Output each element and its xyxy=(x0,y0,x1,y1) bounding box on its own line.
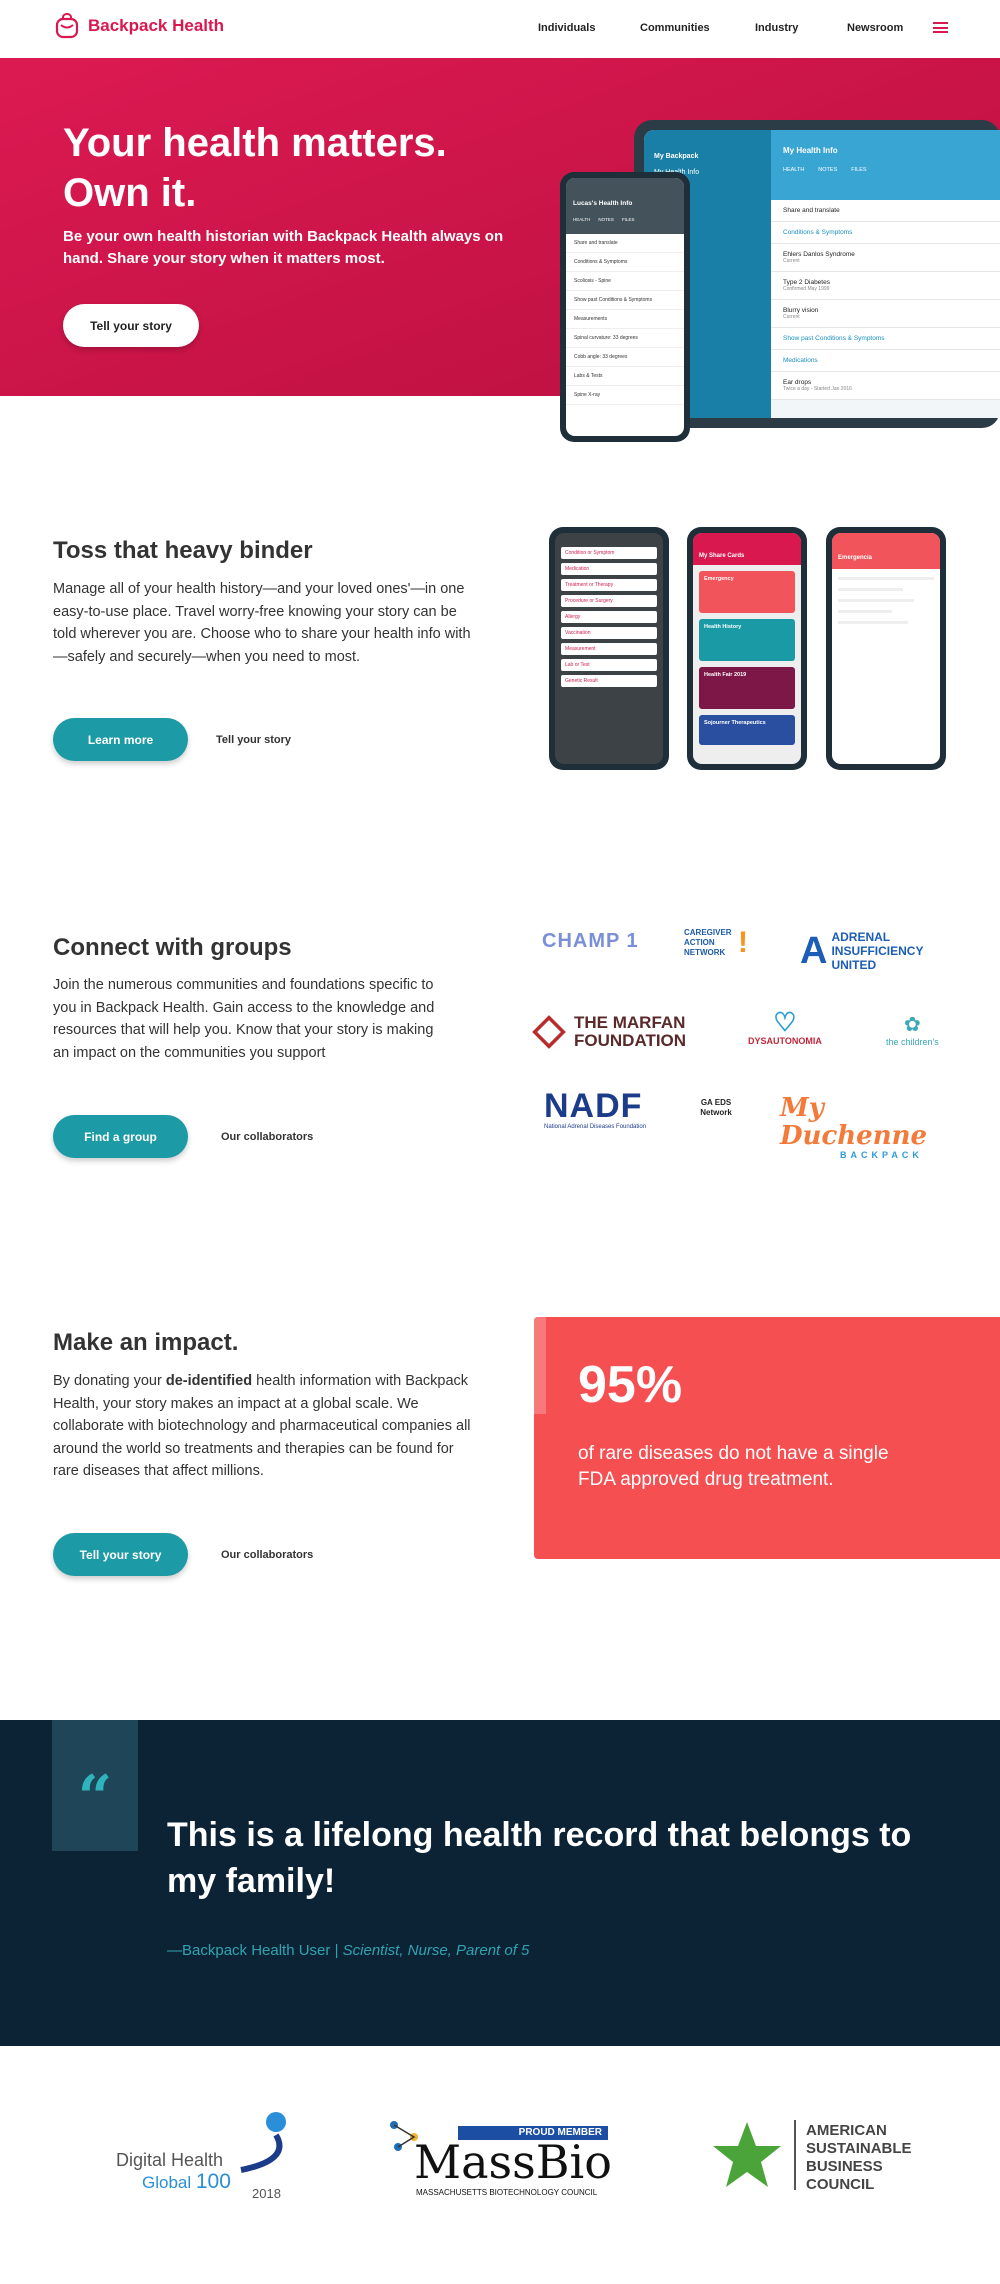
dhg-line2: Global 100 xyxy=(142,2170,231,2193)
dysautonomia-logo[interactable]: ♡ DYSAUTONOMIA xyxy=(748,1008,822,1046)
phone-row: Measurements xyxy=(566,310,684,329)
stat-text: of rare diseases do not have a single FD… xyxy=(578,1443,889,1490)
emergency-card-phone: Emergencia xyxy=(826,527,946,770)
share-card: Health Fair 2019 xyxy=(699,667,795,709)
share-card: Emergency xyxy=(699,571,795,613)
caregiver-action-logo[interactable]: CAREGIVER ACTION NETWORK! xyxy=(684,928,754,958)
find-group-button[interactable]: Find a group xyxy=(53,1115,188,1158)
learn-more-button[interactable]: Learn more xyxy=(53,718,188,761)
nav-link-communities[interactable]: Communities xyxy=(640,22,755,34)
list-item: Condition or Symptom xyxy=(561,547,657,559)
phone-row: Spine X-ray xyxy=(566,386,684,405)
hero-title: Your health matters. Own it. xyxy=(63,121,447,215)
brand-logo[interactable]: Backpack Health xyxy=(54,13,224,39)
tablet-tab: HEALTH xyxy=(783,167,805,173)
share-card: Sojourner Therapeutics xyxy=(699,715,795,745)
tablet-row: Ehlers Danlos Syndrome Current xyxy=(771,244,1000,272)
impact-body: By donating your de-identified health in… xyxy=(53,1373,471,1479)
testimonial-attribution: —Backpack Health User | Scientist, Nurse… xyxy=(167,1942,530,1959)
impact-collaborators-link[interactable]: Our collaborators xyxy=(221,1549,313,1561)
massbio-name: MassBio xyxy=(414,2135,612,2189)
tablet-title: My Health Info xyxy=(783,146,838,155)
quote-box: “ xyxy=(52,1720,138,1851)
hero-tell-story-button[interactable]: Tell your story xyxy=(63,304,199,347)
stat-value: 95% xyxy=(578,1356,683,1414)
tablet-row: Show past Conditions & Symptoms xyxy=(771,328,1000,350)
globe-swoosh-icon xyxy=(240,2112,286,2173)
nav-link-individuals[interactable]: Individuals xyxy=(538,22,640,34)
asbc-logo: American Sustainable Business Council xyxy=(712,2100,922,2200)
tablet-row: Medications xyxy=(771,350,1000,372)
aiu-logo[interactable]: A ADRENAL INSUFFICIENCY UNITED xyxy=(800,930,951,972)
hero-subtitle: Be your own health historian with Backpa… xyxy=(63,228,504,267)
digital-health-global-logo: Digital Health Global 100 2018 xyxy=(116,2100,296,2201)
stat-card-tab xyxy=(534,1317,546,1414)
phone-header: Lucas's Health Info HEALTH NOTES FILES xyxy=(566,178,684,234)
childrens-foundation-logo[interactable]: ✿ the children's xyxy=(886,1012,939,1047)
dhg-year: 2018 xyxy=(252,2186,281,2201)
top-navigation: Backpack Health Individuals Communities … xyxy=(0,0,1000,58)
list-item: Vaccination xyxy=(561,627,657,639)
binder-tell-story-link[interactable]: Tell your story xyxy=(216,734,291,746)
share-cards-title: My Share Cards xyxy=(693,533,801,565)
tablet-row: Ear drops Twice a day - Started Jan 2016 xyxy=(771,372,1000,400)
partner-logos: CHAMP 1 CAREGIVER ACTION NETWORK! A ADREN… xyxy=(528,918,968,1160)
list-item: Genetic Result xyxy=(561,675,657,687)
phone-row: Share and translate xyxy=(566,234,684,253)
nav-link-industry[interactable]: Industry xyxy=(755,22,847,34)
quote-icon: “ xyxy=(77,1763,113,1833)
list-item: Lab or Test xyxy=(561,659,657,671)
tablet-tab: NOTES xyxy=(818,167,838,173)
tablet-row: Blurry vision Current xyxy=(771,300,1000,328)
ga-eds-logo[interactable]: GA EDS Network xyxy=(694,1098,738,1118)
phone-row: Conditions & Symptoms xyxy=(566,253,684,272)
nav-link-newsroom[interactable]: Newsroom xyxy=(847,22,903,34)
phone-row: Show past Conditions & Symptoms xyxy=(566,291,684,310)
nadf-logo[interactable]: NADF National Adrenal Diseases Foundation xyxy=(544,1088,646,1130)
list-item: Treatment or Therapy xyxy=(561,579,657,591)
brand-name: Backpack Health xyxy=(88,16,225,35)
share-cards-phone: My Share Cards Emergency Health History … xyxy=(687,527,807,770)
add-record-phone: Condition or Symptom Medication Treatmen… xyxy=(549,527,669,770)
list-item: Measurement xyxy=(561,643,657,655)
binder-body: Manage all of your health history—and yo… xyxy=(53,581,471,665)
phone-row: Labs & Tests xyxy=(566,367,684,386)
tablet-row: Conditions & Symptoms xyxy=(771,222,1000,244)
tablet-row: Share and translate xyxy=(771,200,1000,222)
tablet-sidebar-item: My Backpack xyxy=(654,153,699,160)
impact-title: Make an impact. xyxy=(53,1329,239,1356)
list-item: Medication xyxy=(561,563,657,575)
tablet-row: Type 2 Diabetes Confirmed May 1999 xyxy=(771,272,1000,300)
star-icon xyxy=(713,2122,781,2187)
massbio-sub: Massachusetts Biotechnology Council xyxy=(416,2188,598,2197)
binder-title: Toss that heavy binder xyxy=(53,537,313,564)
testimonial-text: This is a lifelong health record that be… xyxy=(167,1816,912,1900)
collaborators-link[interactable]: Our collaborators xyxy=(221,1131,313,1143)
phone-row: Scoliosis - Spine xyxy=(566,272,684,291)
phone-row: Spinal curvature: 33 degrees xyxy=(566,329,684,348)
asbc-text: American Sustainable Business Council xyxy=(806,2122,912,2193)
dhg-line1: Digital Health xyxy=(116,2150,224,2170)
massbio-logo: PROUD MEMBER MassBio Massachusetts Biote… xyxy=(384,2100,624,2200)
backpack-icon xyxy=(55,13,79,39)
testimonial-section: “ This is a lifelong health record that … xyxy=(0,1720,1000,2046)
phone-mockup: Lucas's Health Info HEALTH NOTES FILES Sha… xyxy=(560,172,690,442)
impact-tell-story-button[interactable]: Tell your story xyxy=(53,1533,188,1576)
tablet-header: My Health Info HEALTH NOTES FILES xyxy=(771,130,1000,200)
my-duchenne-logo[interactable]: My Duchenne BACKPACK xyxy=(780,1094,968,1160)
phone-row: Cobb angle: 33 degrees xyxy=(566,348,684,367)
groups-title: Connect with groups xyxy=(53,934,292,961)
groups-body: Join the numerous communities and founda… xyxy=(53,977,435,1061)
champ1-logo[interactable]: CHAMP 1 xyxy=(542,930,639,953)
stat-card: 95% of rare diseases do not have a singl… xyxy=(534,1317,1000,1559)
share-card: Health History xyxy=(699,619,795,661)
menu-icon[interactable] xyxy=(933,22,948,33)
emergency-card-title: Emergencia xyxy=(832,533,940,569)
marfan-logo[interactable]: THE MARFAN FOUNDATION xyxy=(532,1014,704,1050)
list-item: Procedure or Surgery xyxy=(561,595,657,607)
list-item: Allergy xyxy=(561,611,657,623)
tablet-tab: FILES xyxy=(851,167,867,173)
